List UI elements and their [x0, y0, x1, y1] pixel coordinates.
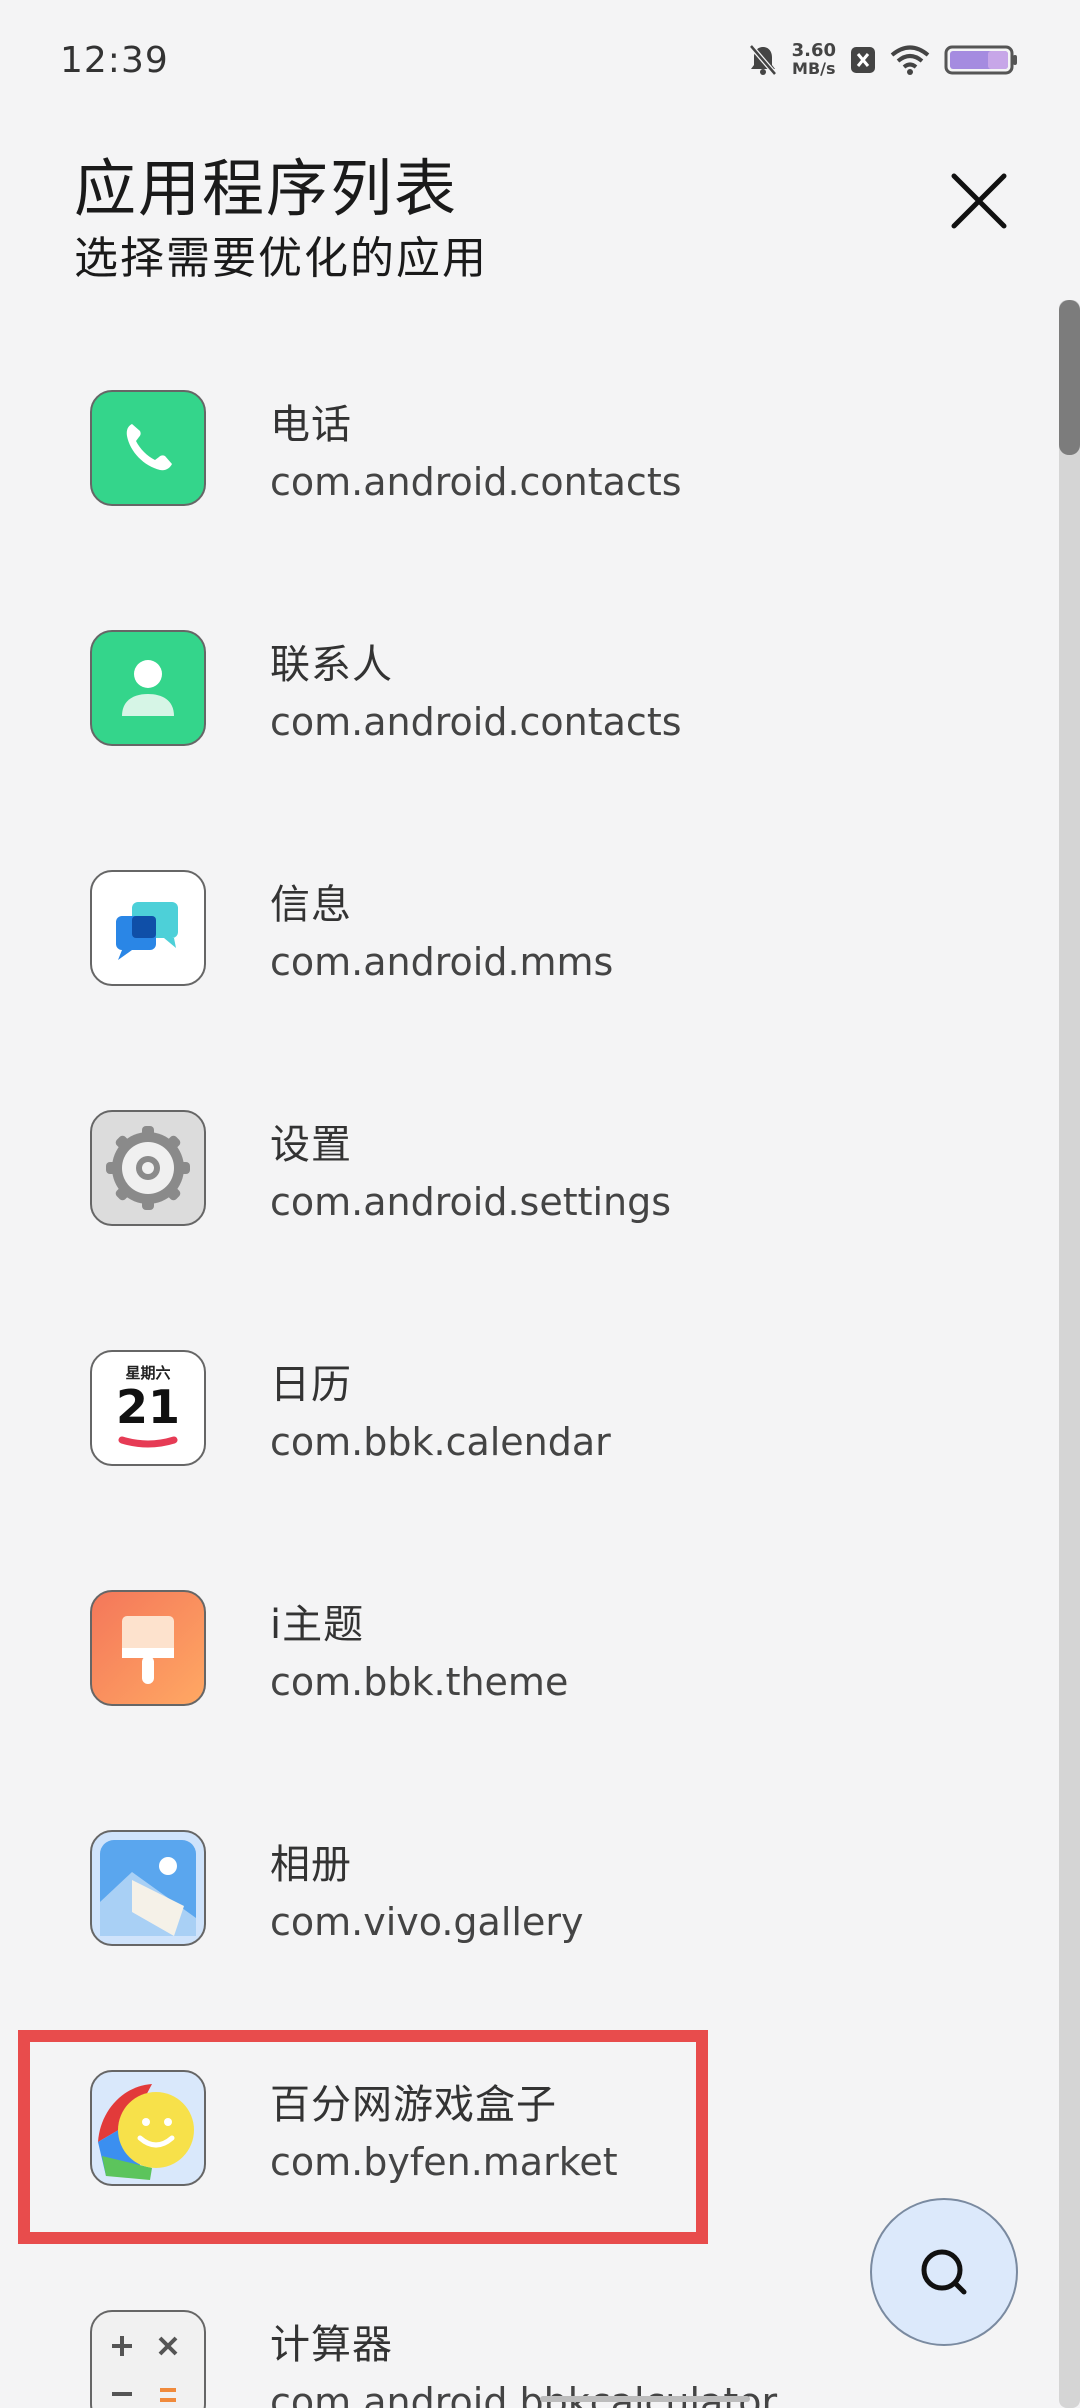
theme-brush-icon: [90, 1590, 206, 1706]
highlight-box: [18, 2030, 708, 2244]
app-package: com.android.settings: [270, 1180, 672, 1224]
app-name: 电话: [270, 402, 352, 448]
list-item[interactable]: i主题 com.bbk.theme: [0, 1560, 1060, 1800]
page-title: 应用程序列表: [74, 152, 459, 225]
app-list-screen: 12:39 3.60 MB/s 应用程序列表 选择需要优化的应用 电话 com.…: [0, 0, 1080, 2408]
list-item[interactable]: 相册 com.vivo.gallery: [0, 1800, 1060, 2040]
battery-icon: [944, 45, 1017, 75]
status-bar: 12:39 3.60 MB/s: [0, 0, 1080, 120]
mute-bell-icon: [748, 44, 777, 76]
app-name: 联系人: [270, 642, 393, 688]
app-package: com.android.contacts: [270, 700, 682, 744]
contacts-icon: [90, 630, 206, 746]
app-name: 信息: [270, 882, 352, 928]
app-package: com.vivo.gallery: [270, 1900, 584, 1944]
app-name: 日历: [270, 1362, 352, 1408]
net-speed: 3.60 MB/s: [792, 42, 836, 78]
list-item[interactable]: 联系人 com.android.contacts: [0, 600, 1060, 840]
scrollbar-track[interactable]: [1059, 300, 1080, 2408]
search-button[interactable]: [870, 2198, 1018, 2346]
calendar-icon: 星期六 21: [90, 1350, 206, 1466]
app-name: 设置: [270, 1122, 352, 1168]
wifi-icon: [890, 45, 930, 75]
status-icons: 3.60 MB/s: [748, 42, 1018, 78]
app-package: com.android.mms: [270, 940, 614, 984]
list-item[interactable]: 电话 com.android.contacts: [0, 360, 1060, 600]
home-indicator[interactable]: [540, 2396, 750, 2402]
status-time: 12:39: [60, 40, 169, 81]
app-package: com.android.contacts: [270, 460, 682, 504]
app-name: i主题: [270, 1602, 365, 1648]
page-subtitle: 选择需要优化的应用: [74, 233, 488, 284]
net-speed-unit: MB/s: [792, 59, 836, 78]
app-package: com.bbk.theme: [270, 1660, 569, 1704]
scrollbar-thumb[interactable]: [1059, 300, 1080, 455]
close-icon: [951, 173, 1007, 229]
messages-icon: [90, 870, 206, 986]
net-speed-value: 3.60: [791, 40, 836, 61]
list-item[interactable]: 信息 com.android.mms: [0, 840, 1060, 1080]
close-box-icon: [851, 47, 875, 73]
calculator-icon: [90, 2310, 206, 2408]
list-item[interactable]: 设置 com.android.settings: [0, 1080, 1060, 1320]
app-name: 相册: [270, 1842, 352, 1888]
app-package: com.bbk.calendar: [270, 1420, 611, 1464]
phone-icon: [90, 390, 206, 506]
search-icon: [921, 2249, 967, 2295]
app-package: com.android.bbkcalculator: [270, 2380, 778, 2408]
list-item[interactable]: 星期六 21 日历 com.bbk.calendar: [0, 1320, 1060, 1560]
settings-gear-icon: [90, 1110, 206, 1226]
close-button[interactable]: [944, 166, 1014, 236]
gallery-icon: [90, 1830, 206, 1946]
app-name: 计算器: [270, 2322, 393, 2368]
